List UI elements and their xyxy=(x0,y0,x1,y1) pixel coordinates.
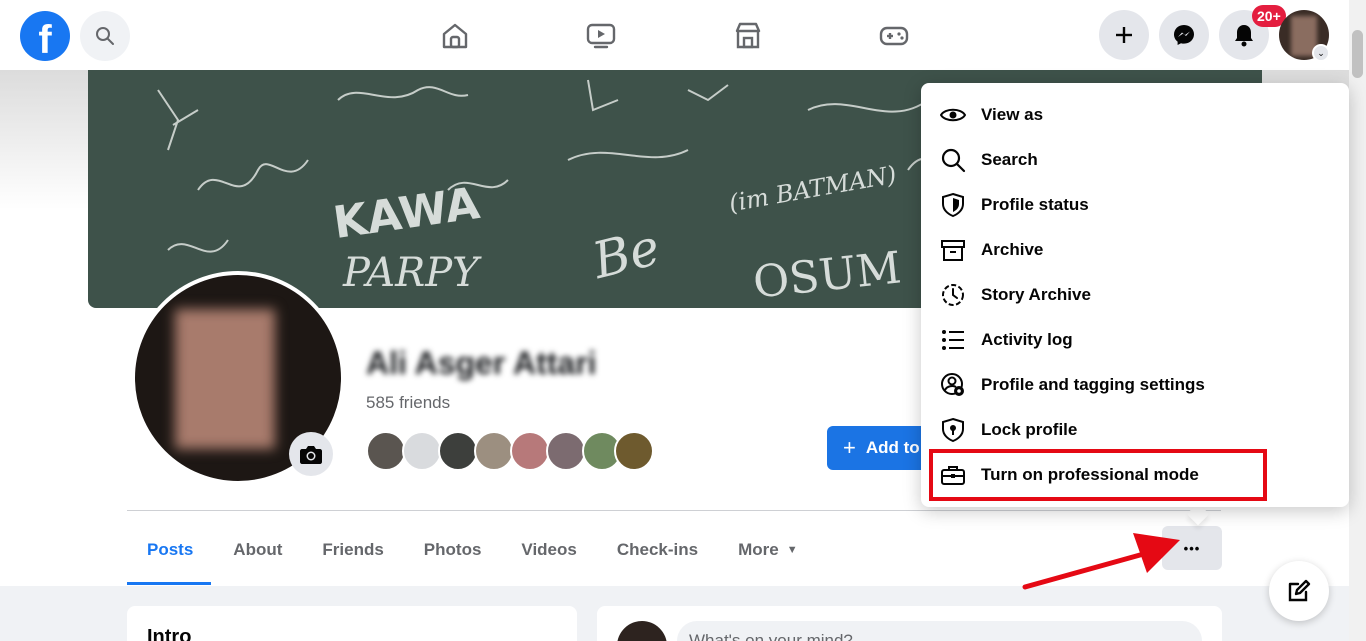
menu-item-label: Activity log xyxy=(981,329,1073,349)
tab-posts[interactable]: Posts xyxy=(127,528,213,572)
search-icon xyxy=(939,146,967,174)
list-icon xyxy=(939,326,967,354)
update-profile-picture-button[interactable] xyxy=(289,432,333,476)
intro-title: Intro xyxy=(147,626,192,641)
messenger-icon xyxy=(1174,25,1194,45)
story-archive-icon xyxy=(939,281,967,309)
lock-shield-icon xyxy=(939,416,967,444)
tab-more-label: More xyxy=(738,540,779,559)
tab-about[interactable]: About xyxy=(213,528,302,572)
profile-name: Ali Asger Attari xyxy=(366,345,597,381)
facebook-logo[interactable]: f xyxy=(20,11,70,61)
friend-avatar[interactable] xyxy=(438,431,478,471)
menu-item-label: View as xyxy=(981,104,1044,124)
video-icon xyxy=(586,23,616,49)
camera-icon xyxy=(300,446,322,464)
new-message-button[interactable] xyxy=(1269,561,1329,621)
scrollbar-thumb[interactable] xyxy=(1352,30,1363,78)
menu-item-lock-profile[interactable]: Lock profile xyxy=(921,407,1349,452)
eye-icon xyxy=(939,101,967,129)
menu-item-profile-tagging-settings[interactable]: Profile and tagging settings xyxy=(921,362,1349,407)
marketplace-icon xyxy=(735,22,761,49)
profile-options-menu: View as Search Profile status Archive St… xyxy=(921,83,1349,507)
annotation-highlight-box xyxy=(929,449,1267,501)
compose-icon xyxy=(1288,579,1311,602)
marketplace-nav-button[interactable] xyxy=(726,14,770,58)
menu-item-label: Profile and tagging settings xyxy=(981,374,1205,394)
tab-more[interactable]: More ▼ xyxy=(718,528,818,572)
intro-card: Intro xyxy=(127,606,577,641)
search-button[interactable] xyxy=(80,11,130,61)
create-button[interactable] xyxy=(1099,10,1149,60)
plus-icon: + xyxy=(843,435,856,460)
bell-icon xyxy=(1235,25,1253,47)
home-icon xyxy=(442,23,468,49)
top-navigation-bar: f 20+ ⌄ xyxy=(0,0,1349,70)
friend-avatar[interactable] xyxy=(510,431,550,471)
menu-item-story-archive[interactable]: Story Archive xyxy=(921,272,1349,317)
page-scrollbar[interactable] xyxy=(1349,0,1366,641)
friend-avatar[interactable] xyxy=(402,431,442,471)
shield-icon xyxy=(939,191,967,219)
menu-item-search[interactable]: Search xyxy=(921,137,1349,182)
menu-item-label: Search xyxy=(981,149,1038,169)
menu-item-view-as[interactable]: View as xyxy=(921,92,1349,137)
gaming-nav-button[interactable] xyxy=(872,14,916,58)
search-icon xyxy=(96,27,114,45)
watch-nav-button[interactable] xyxy=(579,14,623,58)
tab-videos[interactable]: Videos xyxy=(501,528,596,572)
menu-item-activity-log[interactable]: Activity log xyxy=(921,317,1349,362)
avatar xyxy=(617,621,667,641)
home-nav-button[interactable] xyxy=(433,14,477,58)
friend-avatar[interactable] xyxy=(546,431,586,471)
friend-count[interactable]: 585 friends xyxy=(366,393,450,413)
chevron-down-icon[interactable]: ⌄ xyxy=(1312,44,1330,62)
tab-friends[interactable]: Friends xyxy=(302,528,403,572)
archive-icon xyxy=(939,236,967,264)
tabs-divider xyxy=(127,510,1221,511)
gamepad-icon xyxy=(879,26,909,46)
friend-avatar[interactable] xyxy=(474,431,514,471)
menu-item-archive[interactable]: Archive xyxy=(921,227,1349,272)
profile-more-options-button[interactable]: ••• xyxy=(1162,526,1222,570)
active-tab-indicator xyxy=(127,582,211,585)
cover-scribble: PARPY xyxy=(343,250,479,296)
tab-photos[interactable]: Photos xyxy=(404,528,502,572)
menu-item-label: Lock profile xyxy=(981,419,1078,439)
caret-down-icon: ▼ xyxy=(786,544,798,556)
messenger-button[interactable] xyxy=(1159,10,1209,60)
menu-item-label: Profile status xyxy=(981,194,1089,214)
menu-item-label: Archive xyxy=(981,239,1044,259)
profile-settings-icon xyxy=(939,371,967,399)
friend-avatar[interactable] xyxy=(366,431,406,471)
profile-tabs: Posts About Friends Photos Videos Check-… xyxy=(127,528,818,586)
plus-icon xyxy=(1116,27,1132,43)
create-post-card: What's on your mind? xyxy=(597,606,1222,641)
tab-checkins[interactable]: Check-ins xyxy=(597,528,718,572)
create-post-input[interactable]: What's on your mind? xyxy=(677,621,1202,641)
menu-item-label: Story Archive xyxy=(981,284,1091,304)
friend-avatar[interactable] xyxy=(614,431,654,471)
menu-item-profile-status[interactable]: Profile status xyxy=(921,182,1349,227)
